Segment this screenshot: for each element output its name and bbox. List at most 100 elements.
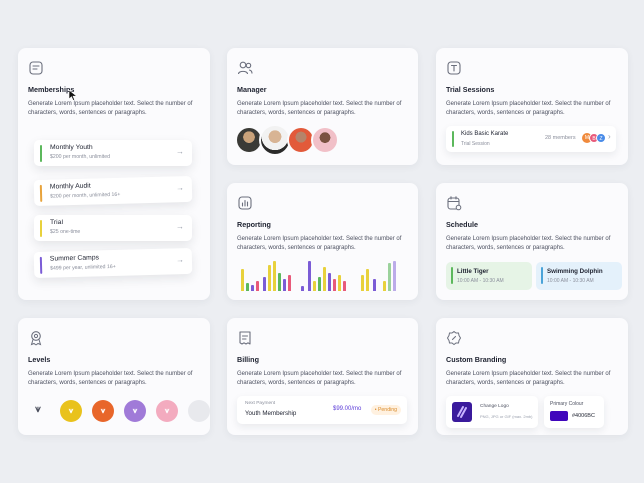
next-payment-row[interactable]: Next Payment Youth Membership $99.00/mo … (237, 396, 407, 424)
card-title: Schedule (446, 220, 478, 229)
plan-color-bar (39, 256, 43, 274)
payment-amount: $99.00/mo (333, 406, 362, 412)
card-description: Generate Lorem Ipsum placeholder text. S… (28, 371, 193, 387)
chart-bar (273, 261, 276, 291)
belt-icon: ⩛ (100, 406, 106, 415)
chart-bar (263, 277, 266, 291)
plan-monthly-audit[interactable]: Monthly Audit $200 per month, unlimited … (33, 175, 193, 207)
chart-bar (328, 273, 331, 291)
chart-bar (318, 277, 321, 291)
palette-badge-icon (446, 330, 462, 346)
chart-bar (333, 279, 336, 291)
trial-session-row[interactable]: Kids Basic Karate Trial Session 28 membe… (446, 126, 616, 152)
level-badge-pink[interactable]: ⩛ (156, 400, 178, 422)
plan-color-bar (40, 220, 42, 237)
belt-icon: ⩛ (68, 406, 74, 415)
slot-time: 10:00 AM - 10:30 AM (457, 278, 504, 284)
slot-title: Swimming Dolphin (547, 268, 603, 275)
calendar-icon (447, 196, 462, 211)
badge-icon (30, 331, 42, 346)
slot-title: Little Tiger (457, 268, 489, 275)
card-title: Manager (237, 85, 267, 94)
level-badge-orange[interactable]: ⩛ (92, 400, 114, 422)
users-icon (237, 61, 253, 75)
plan-trial[interactable]: Trial $25 one-time → (34, 215, 192, 241)
chart-bar (301, 286, 304, 291)
plan-price: $200 per month, unlimited (50, 154, 110, 160)
schedule-card: Schedule Generate Lorem Ipsum placeholde… (436, 183, 628, 300)
manager-card: Manager Generate Lorem Ipsum placeholder… (227, 48, 418, 165)
trial-sessions-card: Trial Sessions Generate Lorem Ipsum plac… (436, 48, 628, 165)
level-belt-icon: ⩛ (35, 404, 41, 415)
chart-bar (288, 275, 291, 291)
chart-bar (256, 281, 259, 291)
plan-summer-camps[interactable]: Summer Camps $499 per year, unlimited 16… (33, 247, 193, 279)
brand-logo-icon (457, 406, 467, 418)
avatar[interactable] (311, 126, 339, 154)
level-badge-faded[interactable] (188, 400, 210, 422)
members-count: 28 members (545, 135, 576, 141)
chart-bar (373, 279, 376, 291)
next-payment-label: Next Payment (245, 401, 276, 406)
session-type: Trial Session (461, 141, 490, 147)
bar-chart-icon (238, 196, 252, 210)
change-logo-label: Change Logo (480, 404, 509, 409)
level-badge-yellow[interactable]: ⩛ (60, 400, 82, 422)
chart-bar (251, 285, 254, 291)
plan-name: Monthly Audit (49, 182, 91, 191)
slot-color-bar (451, 267, 453, 284)
chart-bar (366, 269, 369, 291)
chart-bar (338, 275, 341, 291)
belt-icon: ⩛ (164, 406, 170, 415)
chart-bar (383, 281, 386, 291)
primary-colour-box[interactable]: Primary Colour #4006BC (544, 396, 604, 428)
plan-color-bar (39, 184, 43, 202)
chart-bar (268, 265, 271, 291)
card-description: Generate Lorem Ipsum placeholder text. S… (446, 371, 611, 387)
level-badge-purple[interactable]: ⩛ (124, 400, 146, 422)
arrow-right-icon: → (175, 183, 185, 193)
card-title: Billing (237, 355, 259, 364)
chevron-right-icon[interactable]: › (608, 132, 611, 141)
ticket-icon (29, 61, 43, 75)
card-description: Generate Lorem Ipsum placeholder text. S… (237, 236, 402, 252)
plan-name: Summer Camps (49, 254, 100, 263)
card-description: Generate Lorem Ipsum placeholder text. S… (446, 101, 611, 117)
plan-price: $499 per year, unlimited 16+ (50, 263, 116, 272)
chart-bar (241, 269, 244, 291)
chart-bar (393, 261, 396, 291)
change-logo-box[interactable]: Change Logo PNG, JPG or GIF (max. 2mb) (446, 396, 538, 428)
logo-hint: PNG, JPG or GIF (max. 2mb) (480, 414, 533, 419)
reporting-card: Reporting Generate Lorem Ipsum placehold… (227, 183, 418, 300)
arrow-right-icon: → (175, 255, 185, 265)
schedule-slot-swimming-dolphin[interactable]: Swimming Dolphin 10:00 AM - 10:30 AM (536, 262, 622, 290)
plan-monthly-youth[interactable]: Monthly Youth $200 per month, unlimited … (34, 140, 192, 166)
slot-color-bar (541, 267, 543, 284)
plan-price: $200 per month, unlimited 16+ (50, 191, 121, 200)
card-description: Generate Lorem Ipsum placeholder text. S… (446, 236, 611, 252)
chart-bar (388, 263, 391, 291)
chart-bar (361, 275, 364, 291)
status-badge: • Pending (370, 405, 401, 415)
logo-preview (452, 402, 472, 422)
chart-bar (283, 279, 286, 291)
chart-bar (323, 267, 326, 291)
primary-colour-hex: #4006BC (572, 413, 595, 419)
card-description: Generate Lorem Ipsum placeholder text. S… (28, 101, 193, 117)
card-description: Generate Lorem Ipsum placeholder text. S… (237, 371, 402, 387)
chart-bar (278, 273, 281, 291)
card-description: Generate Lorem Ipsum placeholder text. S… (237, 101, 402, 117)
colour-swatch (550, 411, 568, 421)
billing-card: Billing Generate Lorem Ipsum placeholder… (227, 318, 418, 435)
schedule-slot-little-tiger[interactable]: Little Tiger 10:00 AM - 10:30 AM (446, 262, 532, 290)
plan-name: Monthly Youth (50, 144, 93, 151)
slot-time: 10:00 AM - 10:30 AM (547, 278, 594, 284)
arrow-right-icon: → (176, 147, 184, 156)
primary-colour-label: Primary Colour (550, 401, 584, 407)
plan-name: Trial (50, 219, 63, 226)
plan-color-bar (40, 145, 42, 162)
card-title: Trial Sessions (446, 85, 495, 94)
custom-branding-card: Custom Branding Generate Lorem Ipsum pla… (436, 318, 628, 435)
card-title: Memberships (28, 85, 75, 94)
receipt-icon (239, 331, 251, 345)
